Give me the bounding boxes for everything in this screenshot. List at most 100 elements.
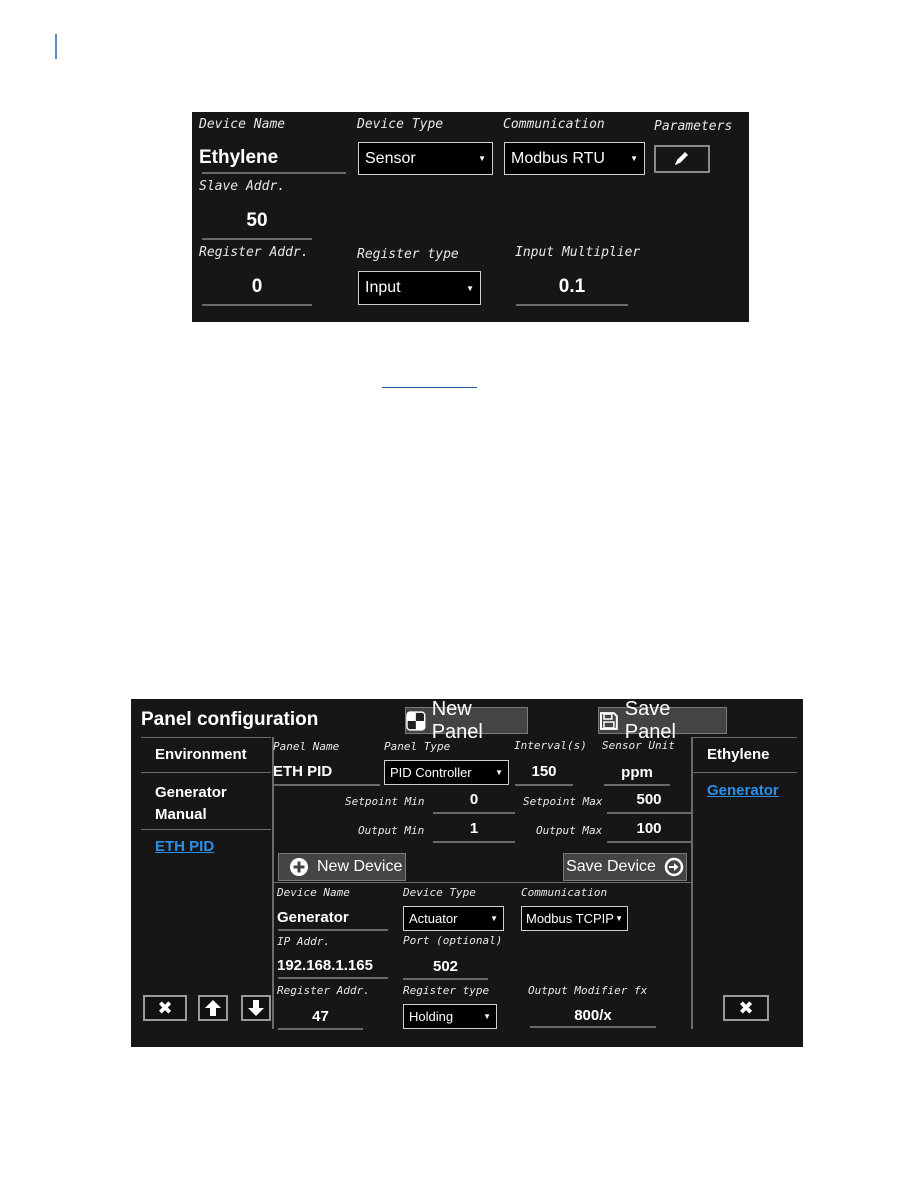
communication-selected: Modbus RTU [511, 149, 605, 167]
sensor-unit-underline [604, 784, 670, 786]
dropdown-arrow-icon: ▼ [466, 283, 474, 293]
device-item-generator[interactable]: Generator [707, 782, 779, 799]
device-name-value[interactable]: Ethylene [199, 147, 278, 169]
device-type-selected: Sensor [365, 149, 416, 167]
output-max-value[interactable]: 100 [607, 820, 691, 837]
new-panel-button[interactable]: New Panel [405, 698, 528, 743]
output-max-label: Output Max [536, 824, 603, 837]
device-type-label: Device Type [357, 117, 444, 132]
nav-item-generator-manual[interactable]: Generator Manual [155, 782, 255, 826]
output-modifier-label: Output Modifier fx [528, 984, 648, 997]
register-addr-label: Register Addr. [199, 245, 309, 260]
ip-addr-value[interactable]: 192.168.1.165 [277, 957, 373, 974]
save-device-button[interactable]: Save Device [563, 853, 687, 881]
device-item-ethylene[interactable]: Ethylene [707, 746, 770, 763]
dropdown-arrow-icon: ▼ [490, 914, 498, 923]
communication-select[interactable]: Modbus TCPIP ▼ [521, 906, 628, 931]
ip-addr-underline [278, 977, 388, 979]
close-icon: ✖ [157, 997, 173, 1019]
port-label: Port (optional) [403, 934, 503, 947]
device-type-selected: Actuator [409, 911, 458, 926]
arrow-down-icon [248, 1000, 264, 1016]
panel-name-underline [274, 784, 380, 786]
slave-addr-underline [202, 238, 312, 240]
move-down-button[interactable] [241, 995, 271, 1021]
panel-type-select[interactable]: PID Controller ▼ [384, 760, 509, 785]
dropdown-arrow-icon: ▼ [495, 768, 503, 777]
port-underline [403, 978, 488, 980]
new-device-label: New Device [317, 858, 403, 875]
divider [141, 772, 271, 773]
input-multiplier-value[interactable]: 0.1 [516, 276, 628, 298]
arrow-up-icon [205, 1000, 221, 1016]
ip-addr-label: IP Addr. [277, 935, 330, 948]
delete-panel-button[interactable]: ✖ [143, 995, 187, 1021]
divider [693, 772, 797, 773]
communication-selected: Modbus TCPIP [526, 911, 614, 926]
interval-underline [515, 784, 573, 786]
device-type-select[interactable]: Actuator ▼ [403, 906, 504, 931]
pencil-icon [675, 152, 688, 165]
slave-addr-value[interactable]: 50 [202, 210, 312, 232]
panel-name-value[interactable]: ETH PID [273, 763, 332, 780]
output-modifier-value[interactable]: 800/x [530, 1007, 656, 1024]
register-type-selected: Input [365, 279, 401, 296]
input-multiplier-underline [516, 304, 628, 306]
nav-item-environment[interactable]: Environment [155, 746, 247, 763]
plus-circle-icon [290, 858, 308, 876]
setpoint-max-value[interactable]: 500 [607, 791, 691, 808]
output-min-underline [433, 841, 515, 843]
interval-label: Interval(s) [514, 739, 587, 752]
register-addr-value[interactable]: 0 [202, 276, 312, 298]
new-panel-icon [406, 710, 426, 731]
sensor-unit-label: Sensor Unit [602, 739, 675, 752]
communication-select[interactable]: Modbus RTU ▼ [504, 142, 645, 175]
device-name-underline [278, 929, 388, 931]
device-name-label: Device Name [277, 886, 350, 899]
device-type-label: Device Type [403, 886, 476, 899]
setpoint-min-label: Setpoint Min [345, 795, 425, 808]
register-addr-underline [278, 1028, 363, 1030]
parameters-button[interactable] [654, 145, 710, 173]
sensor-unit-value[interactable]: ppm [604, 764, 670, 781]
save-panel-button[interactable]: Save Panel [598, 698, 727, 743]
port-value[interactable]: 502 [403, 958, 488, 975]
panel-type-selected: PID Controller [390, 765, 472, 780]
register-type-selected: Holding [409, 1009, 454, 1024]
save-device-label: Save Device [566, 858, 656, 875]
setpoint-min-value[interactable]: 0 [433, 791, 515, 808]
save-icon [599, 711, 618, 730]
register-addr-value[interactable]: 47 [278, 1008, 363, 1025]
device-name-value[interactable]: Generator [277, 909, 349, 926]
output-min-value[interactable]: 1 [433, 820, 515, 837]
panel-type-label: Panel Type [384, 740, 451, 753]
output-modifier-underline [530, 1026, 656, 1028]
output-max-underline [607, 841, 691, 843]
dropdown-arrow-icon: ▼ [483, 1012, 491, 1021]
dropdown-arrow-icon: ▼ [478, 154, 486, 163]
dropdown-arrow-icon: ▼ [630, 154, 638, 163]
panel-name-label: Panel Name [273, 740, 340, 753]
output-min-label: Output Min [358, 824, 425, 837]
parameters-label: Parameters [654, 119, 733, 134]
register-type-select[interactable]: Holding ▼ [403, 1004, 497, 1029]
nav-item-eth-pid[interactable]: ETH PID [155, 838, 214, 855]
device-type-select[interactable]: Sensor ▼ [358, 142, 493, 175]
panel-title: Panel configuration [141, 709, 319, 730]
register-type-label: Register type [403, 984, 490, 997]
register-addr-underline [202, 304, 312, 306]
setpoint-max-label: Setpoint Max [523, 795, 603, 808]
device-name-underline [202, 172, 346, 174]
delete-device-button[interactable]: ✖ [723, 995, 769, 1021]
communication-label: Communication [503, 117, 605, 132]
divider [274, 882, 692, 883]
divider [141, 737, 271, 738]
move-up-button[interactable] [198, 995, 228, 1021]
device-name-label: Device Name [199, 117, 286, 132]
interval-value[interactable]: 150 [515, 763, 573, 780]
register-type-select[interactable]: Input ▼ [358, 271, 481, 305]
divider [693, 737, 797, 738]
new-device-button[interactable]: New Device [278, 853, 406, 881]
register-type-label: Register type [357, 247, 459, 262]
slave-addr-label: Slave Addr. [199, 179, 286, 194]
